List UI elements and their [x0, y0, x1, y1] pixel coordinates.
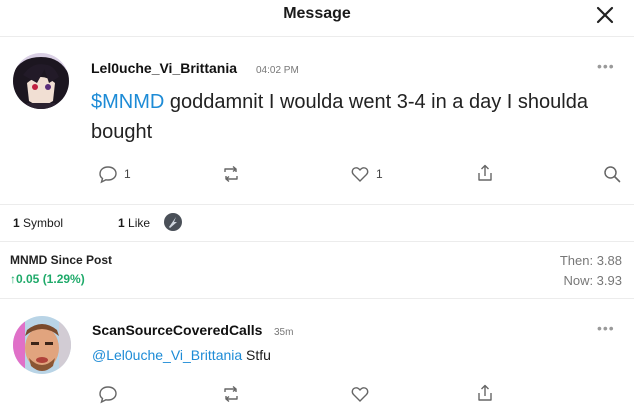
cashtag-link[interactable]: $MNMD: [91, 91, 164, 113]
symbol-count-value: 1: [13, 216, 20, 230]
reply-body: @Lel0uche_Vi_Brittania Stfu: [92, 347, 271, 363]
divider: [0, 204, 634, 205]
divider: [0, 298, 634, 299]
since-post-title[interactable]: MNMD Since Post: [10, 253, 112, 267]
since-post-change-value: 0.05 (1.29%): [16, 272, 85, 286]
symbol-count-label: Symbol: [23, 216, 64, 230]
like-summary[interactable]: 1 Like: [118, 216, 150, 230]
like-icon[interactable]: [350, 164, 370, 184]
reply-timestamp: 35m: [274, 327, 294, 338]
since-post-change: ↑0.05 (1.29%): [10, 272, 85, 286]
reply-more-options-icon[interactable]: •••: [597, 320, 615, 336]
share-icon[interactable]: [475, 163, 495, 183]
like-summary-value: 1: [118, 216, 125, 230]
reply-reply-icon[interactable]: [98, 384, 118, 404]
search-icon[interactable]: [602, 164, 622, 184]
reply-text: Stfu: [242, 347, 271, 363]
modal-title: Message: [283, 5, 351, 22]
reply-icon[interactable]: [98, 164, 118, 184]
symbol-count[interactable]: 1 Symbol: [13, 216, 63, 230]
then-price: Then: 3.88: [559, 253, 622, 268]
reply-count: 1: [124, 167, 131, 181]
like-count: 1: [376, 167, 383, 181]
reply-share-icon[interactable]: [475, 383, 495, 403]
now-price: Now: 3.93: [563, 273, 622, 288]
post-timestamp: 04:02 PM: [256, 65, 299, 76]
close-icon[interactable]: [594, 4, 616, 26]
reply-username[interactable]: ScanSourceCoveredCalls: [92, 322, 262, 338]
post-text: goddamnit I woulda went 3-4 in a day I s…: [91, 91, 588, 143]
like-summary-label: Like: [128, 216, 151, 230]
reshare-icon[interactable]: [221, 164, 241, 184]
post-body: $MNMD goddamnit I woulda went 3-4 in a d…: [91, 87, 591, 147]
modal-header: Message: [0, 0, 634, 37]
more-options-icon[interactable]: •••: [597, 58, 615, 74]
avatar[interactable]: [13, 53, 69, 109]
post-username[interactable]: Lel0uche_Vi_Brittania: [91, 60, 237, 76]
liker-avatar[interactable]: [164, 213, 182, 231]
reply-like-icon[interactable]: [350, 384, 370, 404]
reply-reshare-icon[interactable]: [221, 384, 241, 404]
reply-avatar[interactable]: [13, 316, 71, 374]
divider: [0, 241, 634, 242]
mention-link[interactable]: @Lel0uche_Vi_Brittania: [92, 347, 242, 363]
